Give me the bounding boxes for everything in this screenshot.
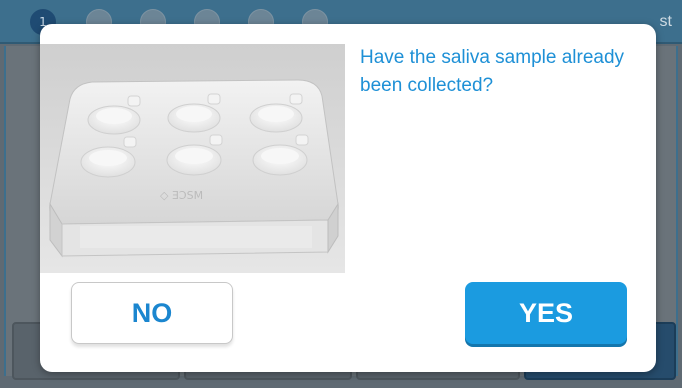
svg-text:◇ ƎƆSM: ◇ ƎƆSM (160, 189, 203, 202)
saliva-tray-illustration: ◇ ƎƆSM (40, 44, 345, 273)
topbar-right-text: st (659, 13, 672, 30)
dialog-question: Have the saliva sample already been coll… (360, 47, 625, 96)
no-button[interactable]: NO (71, 282, 233, 344)
yes-button[interactable]: YES (465, 282, 627, 344)
saliva-tray-image: ◇ ƎƆSM (40, 44, 345, 273)
confirm-dialog: ◇ ƎƆSM Have the saliva sample already be… (40, 24, 656, 372)
